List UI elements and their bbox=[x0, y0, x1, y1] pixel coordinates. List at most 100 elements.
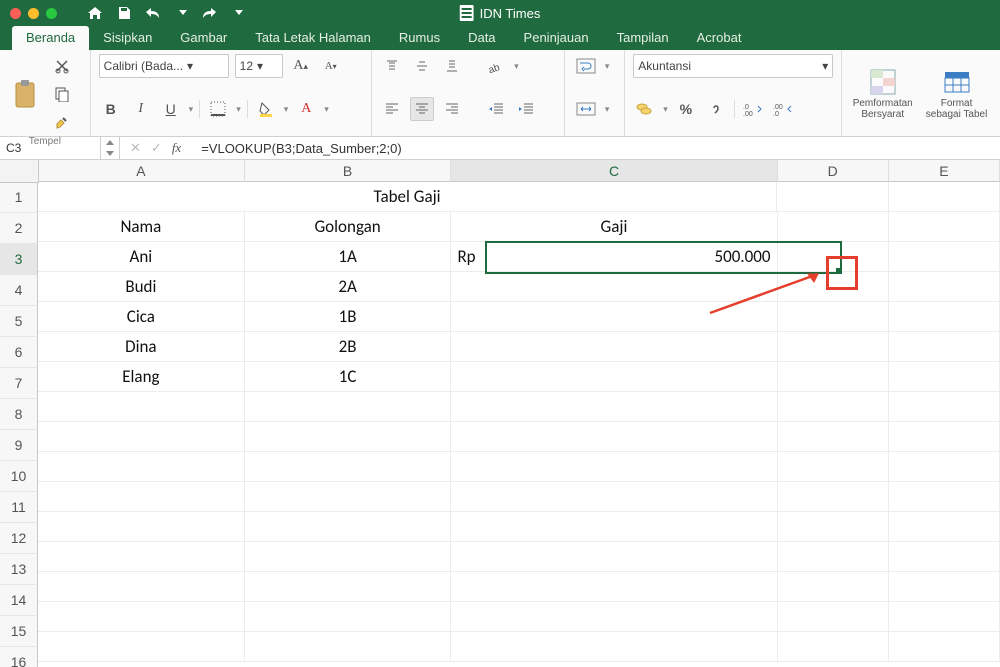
cell[interactable] bbox=[889, 542, 1000, 572]
underline-button[interactable]: U bbox=[159, 97, 183, 121]
increase-indent-button[interactable] bbox=[514, 97, 538, 121]
bold-button[interactable]: B bbox=[99, 97, 123, 121]
cell[interactable] bbox=[38, 392, 245, 422]
cell[interactable] bbox=[889, 512, 1000, 542]
row-header[interactable]: 4 bbox=[0, 275, 38, 306]
cell[interactable] bbox=[778, 482, 889, 512]
decrease-font-button[interactable]: A▾ bbox=[319, 54, 343, 78]
row-header[interactable]: 1 bbox=[0, 182, 38, 213]
currency-dropdown-icon[interactable]: ▾ bbox=[663, 104, 668, 115]
cell[interactable] bbox=[778, 332, 889, 362]
currency-button[interactable] bbox=[633, 97, 657, 121]
increase-font-button[interactable]: A▴ bbox=[289, 54, 313, 78]
cell[interactable] bbox=[777, 182, 888, 212]
cancel-formula-icon[interactable]: ✕ bbox=[130, 140, 141, 156]
undo-icon[interactable] bbox=[145, 6, 161, 20]
wrap-text-button[interactable] bbox=[573, 54, 599, 78]
cell[interactable]: Ani bbox=[38, 242, 245, 272]
cell[interactable] bbox=[451, 602, 777, 632]
close-window-button[interactable] bbox=[10, 8, 21, 19]
font-color-button[interactable]: A bbox=[294, 97, 318, 121]
align-right-button[interactable] bbox=[440, 97, 464, 121]
menu-tab-tata-letak-halaman[interactable]: Tata Letak Halaman bbox=[241, 26, 385, 50]
row-header[interactable]: 3 bbox=[0, 244, 38, 275]
menu-tab-acrobat[interactable]: Acrobat bbox=[683, 26, 756, 50]
cell[interactable] bbox=[889, 362, 1000, 392]
align-top-button[interactable] bbox=[380, 54, 404, 78]
cell[interactable]: 1C bbox=[245, 362, 452, 392]
enter-formula-icon[interactable]: ✓ bbox=[151, 140, 162, 156]
row-header[interactable]: 5 bbox=[0, 306, 38, 337]
qat-more-icon[interactable] bbox=[235, 10, 243, 16]
cell[interactable] bbox=[778, 632, 889, 662]
cell[interactable] bbox=[38, 602, 245, 632]
cell[interactable] bbox=[245, 512, 452, 542]
zoom-window-button[interactable] bbox=[46, 8, 57, 19]
cell[interactable] bbox=[451, 632, 777, 662]
cell[interactable] bbox=[245, 602, 452, 632]
cell[interactable] bbox=[245, 632, 452, 662]
row-header[interactable]: 15 bbox=[0, 616, 38, 647]
menu-tab-tampilan[interactable]: Tampilan bbox=[603, 26, 683, 50]
font-name-select[interactable]: Calibri (Bada...▾ bbox=[99, 54, 229, 78]
cell[interactable] bbox=[38, 572, 245, 602]
cell[interactable]: Dina bbox=[38, 332, 245, 362]
cell[interactable] bbox=[778, 392, 889, 422]
align-left-button[interactable] bbox=[380, 97, 404, 121]
cell[interactable] bbox=[778, 542, 889, 572]
cell[interactable]: Cica bbox=[38, 302, 245, 332]
row-header[interactable]: 10 bbox=[0, 461, 38, 492]
row-header[interactable]: 13 bbox=[0, 554, 38, 585]
row-header[interactable]: 9 bbox=[0, 430, 38, 461]
comma-button[interactable] bbox=[704, 97, 728, 121]
save-icon[interactable] bbox=[117, 6, 131, 20]
cell[interactable] bbox=[451, 362, 777, 392]
orientation-dropdown-icon[interactable]: ▾ bbox=[514, 61, 519, 72]
cell[interactable] bbox=[245, 542, 452, 572]
cell[interactable] bbox=[245, 572, 452, 602]
number-format-select[interactable]: Akuntansi▾ bbox=[633, 54, 833, 78]
borders-dropdown-icon[interactable]: ▾ bbox=[236, 104, 241, 115]
cell[interactable] bbox=[245, 392, 452, 422]
cut-button[interactable] bbox=[50, 54, 74, 78]
cell[interactable] bbox=[451, 482, 777, 512]
home-icon[interactable] bbox=[87, 6, 103, 20]
column-header[interactable]: C bbox=[451, 160, 777, 182]
fill-color-button[interactable] bbox=[254, 97, 278, 121]
borders-button[interactable] bbox=[206, 97, 230, 121]
namebox-up-icon[interactable] bbox=[101, 137, 119, 148]
cell[interactable] bbox=[451, 452, 777, 482]
cell[interactable] bbox=[889, 482, 1000, 512]
cell[interactable] bbox=[889, 422, 1000, 452]
font-color-dropdown-icon[interactable]: ▾ bbox=[324, 104, 329, 115]
cell[interactable] bbox=[451, 422, 777, 452]
cell[interactable]: Gaji bbox=[451, 212, 777, 242]
row-header[interactable]: 6 bbox=[0, 337, 38, 368]
conditional-formatting-button[interactable]: Pemformatan Bersyarat bbox=[854, 68, 912, 120]
decrease-indent-button[interactable] bbox=[484, 97, 508, 121]
orientation-button[interactable]: ab bbox=[484, 54, 508, 78]
cell[interactable] bbox=[778, 362, 889, 392]
row-header[interactable]: 16 bbox=[0, 647, 38, 667]
increase-decimal-button[interactable]: .0.00 bbox=[741, 97, 765, 121]
cell[interactable] bbox=[778, 452, 889, 482]
menu-tab-data[interactable]: Data bbox=[454, 26, 509, 50]
paste-button[interactable] bbox=[8, 73, 44, 115]
cell[interactable] bbox=[451, 542, 777, 572]
formula-input[interactable]: =VLOOKUP(B3;Data_Sumber;2;0) bbox=[195, 141, 1000, 156]
cell[interactable]: 1B bbox=[245, 302, 452, 332]
cell[interactable] bbox=[38, 482, 245, 512]
cell[interactable] bbox=[889, 242, 1000, 272]
column-header[interactable]: B bbox=[245, 160, 452, 182]
cell[interactable]: Tabel Gaji bbox=[38, 182, 777, 212]
cell[interactable] bbox=[889, 332, 1000, 362]
cell[interactable] bbox=[778, 422, 889, 452]
format-painter-button[interactable] bbox=[50, 110, 74, 134]
row-header[interactable]: 8 bbox=[0, 399, 38, 430]
align-bottom-button[interactable] bbox=[440, 54, 464, 78]
menu-tab-rumus[interactable]: Rumus bbox=[385, 26, 454, 50]
namebox-down-icon[interactable] bbox=[101, 148, 119, 159]
row-header[interactable]: 2 bbox=[0, 213, 38, 244]
cell[interactable] bbox=[245, 482, 452, 512]
cell[interactable] bbox=[889, 602, 1000, 632]
